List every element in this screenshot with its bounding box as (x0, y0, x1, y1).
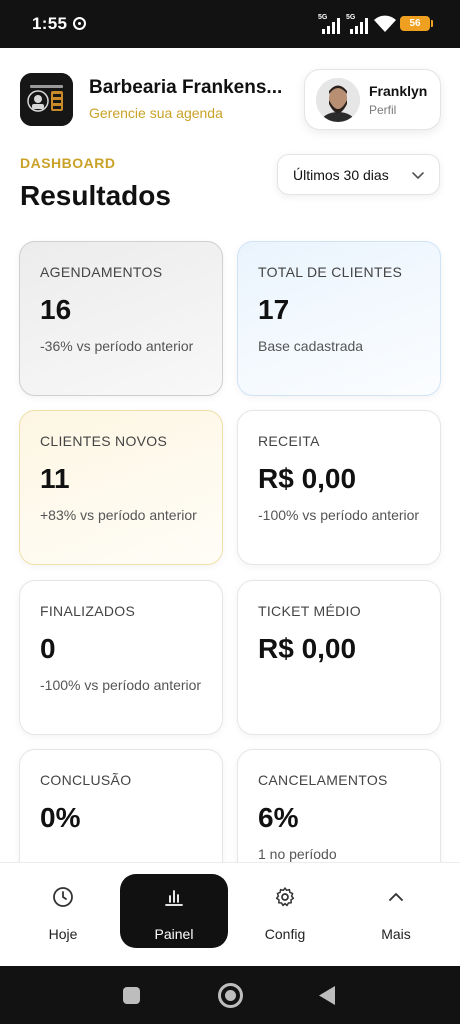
nav-item-mais[interactable]: Mais (342, 874, 450, 948)
metric-card-finalizados[interactable]: FINALIZADOS 0 -100% vs período anterior (19, 580, 223, 735)
nav-label: Painel (154, 926, 194, 942)
card-label: CONCLUSÃO (40, 772, 132, 788)
metric-card-ticket-medio[interactable]: TICKET MÉDIO R$ 0,00 (237, 580, 441, 735)
chevron-down-icon (412, 172, 424, 179)
barbershop-logo (20, 73, 73, 126)
card-label: TICKET MÉDIO (258, 603, 361, 619)
period-select-value: Últimos 30 dias (293, 167, 389, 183)
page-title: Resultados (20, 180, 171, 211)
nav-label: Hoje (48, 926, 78, 942)
card-value: R$ 0,00 (258, 463, 357, 494)
card-label: CANCELAMENTOS (258, 772, 388, 788)
card-label: TOTAL DE CLIENTES (258, 264, 403, 280)
bottom-nav: Hoje Painel Config Mais (0, 862, 460, 966)
nav-item-config[interactable]: Config (231, 874, 339, 948)
card-value: R$ 0,00 (258, 633, 357, 664)
clock-icon (53, 887, 73, 907)
notification-dot-icon (73, 17, 86, 30)
shop-subtitle: Gerencie sua agenda (89, 105, 223, 121)
nav-label: Config (264, 926, 306, 942)
nav-label: Mais (381, 926, 411, 942)
metric-card-receita[interactable]: RECEITA R$ 0,00 -100% vs período anterio… (237, 410, 441, 565)
card-note: -36% vs período anterior (40, 338, 194, 354)
card-note: +83% vs período anterior (40, 507, 197, 523)
profile-button[interactable]: Franklyn Perfil (304, 69, 441, 130)
metric-card-agendamentos[interactable]: AGENDAMENTOS 16 -36% vs período anterior (19, 241, 223, 396)
card-label: RECEITA (258, 433, 320, 449)
profile-name: Franklyn (369, 83, 428, 99)
system-nav-bar (0, 966, 460, 1024)
battery-icon: 56 (400, 16, 433, 31)
nav-item-painel[interactable]: Painel (120, 874, 228, 948)
card-label: CLIENTES NOVOS (40, 433, 168, 449)
recents-button[interactable] (123, 987, 140, 1004)
card-label: FINALIZADOS (40, 603, 136, 619)
card-value: 0 (40, 633, 56, 664)
card-note: -100% vs período anterior (258, 507, 420, 523)
nav-item-hoje[interactable]: Hoje (9, 874, 117, 948)
chevron-up-icon (389, 893, 403, 901)
section-label: DASHBOARD (20, 155, 116, 171)
card-value: 16 (40, 294, 72, 325)
back-button[interactable] (317, 985, 337, 1006)
gear-icon (275, 887, 295, 907)
card-value: 0% (40, 802, 81, 833)
metric-card-clientes-novos[interactable]: CLIENTES NOVOS 11 +83% vs período anteri… (19, 410, 223, 565)
status-time: 1:55 (32, 14, 68, 33)
user-avatar (316, 78, 360, 122)
home-button[interactable] (218, 983, 243, 1008)
card-note: 1 no período (258, 846, 337, 862)
bar-chart-icon (165, 890, 183, 906)
status-bar: 1:55 5G 5G 56 (0, 0, 460, 48)
wifi-icon (374, 15, 396, 32)
shop-name: Barbearia Frankens... (89, 77, 283, 98)
card-value: 6% (258, 802, 299, 833)
metric-card-total-clientes[interactable]: TOTAL DE CLIENTES 17 Base cadastrada (237, 241, 441, 396)
card-label: AGENDAMENTOS (40, 264, 163, 280)
card-note: Base cadastrada (258, 338, 364, 354)
card-note: -100% vs período anterior (40, 677, 202, 693)
card-value: 11 (40, 463, 70, 494)
card-value: 17 (258, 294, 290, 325)
period-select[interactable]: Últimos 30 dias (277, 154, 440, 195)
profile-subtitle: Perfil (369, 103, 397, 117)
